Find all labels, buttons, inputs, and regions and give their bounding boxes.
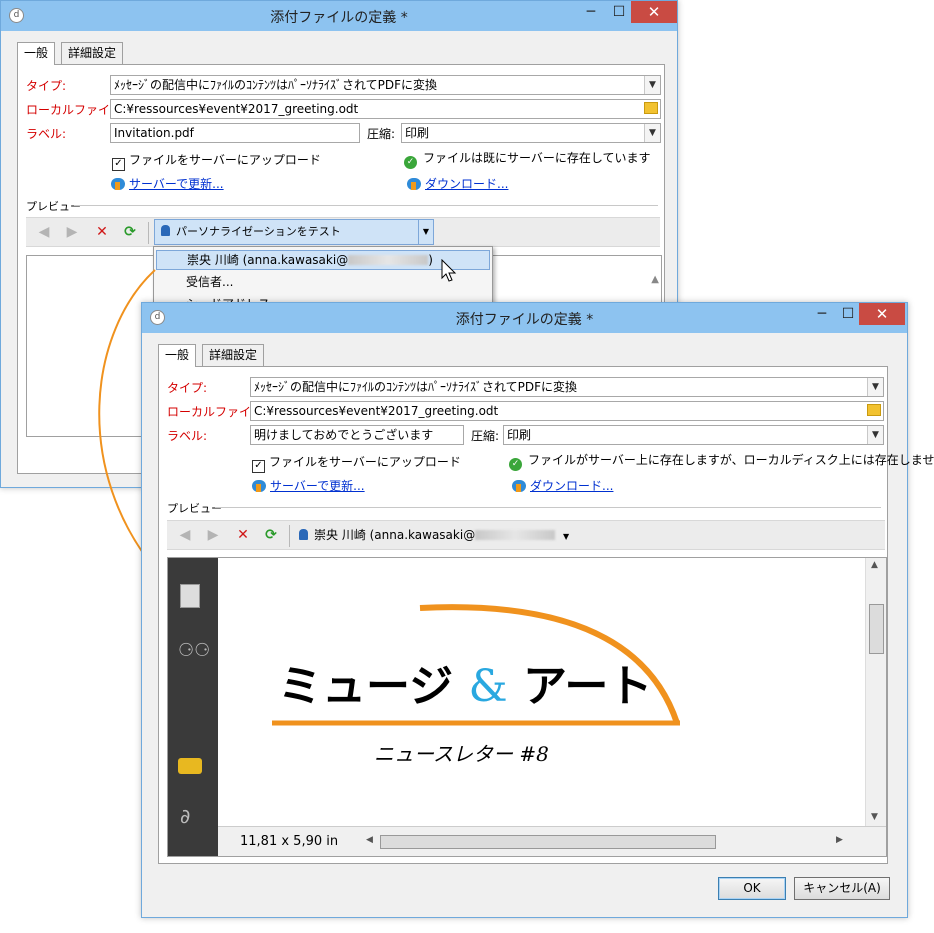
upload-checkbox-label: ファイルをサーバーにアップロード [269, 455, 461, 469]
comments-icon[interactable] [178, 758, 202, 774]
pdf-sidebar: ⚆⚆ ∂ [168, 558, 218, 856]
recipient-selector-label: 崇央 川崎 (anna.kawasaki@ [314, 528, 476, 542]
checkbox-icon[interactable]: ✓ [252, 460, 265, 473]
upload-checkbox[interactable]: ✓ ファイルをサーバーにアップロード [252, 453, 461, 473]
label-label: ラベル: [167, 429, 208, 443]
chevron-down-icon[interactable]: ▼ [563, 532, 569, 541]
server-status: ✓ ファイルがサーバー上に存在しますが、ローカルディスク上には存在しません [509, 451, 934, 471]
local-file-value: C:¥ressources¥event¥2017_greeting.odt [254, 404, 499, 418]
download-link[interactable]: ダウンロード... [512, 477, 613, 494]
title-left: ミュージ [278, 661, 454, 712]
check-circle-icon: ✓ [509, 458, 522, 471]
chevron-down-icon[interactable]: ▼ [867, 426, 883, 444]
person-icon [299, 529, 308, 540]
scroll-thumb[interactable] [869, 604, 884, 654]
binoculars-icon[interactable]: ⚆⚆ [178, 640, 210, 661]
pdf-statusbar: 11,81 x 5,90 in ◀ ▶ [218, 826, 886, 856]
ok-button[interactable]: OK [718, 877, 786, 900]
pdf-page: ミュージ & アート ニュースレター #8 [222, 558, 862, 826]
newsletter-title: ミュージ & アート [278, 650, 652, 714]
tab-advanced[interactable]: 詳細設定 [202, 344, 265, 366]
update-link-label: サーバーで更新... [270, 479, 365, 493]
folder-icon[interactable] [867, 404, 881, 416]
front-window-title: 添付ファイルの定義 * [455, 312, 594, 328]
back-arrow-icon[interactable]: ◀ [177, 527, 193, 543]
horizontal-scroll-thumb[interactable] [380, 835, 716, 849]
vertical-scrollbar[interactable]: ▲ ▼ [865, 558, 886, 826]
chevron-down-icon[interactable]: ▼ [867, 378, 883, 396]
scroll-right-icon[interactable]: ▶ [836, 835, 843, 845]
cancel-button[interactable]: キャンセル(A) [794, 877, 890, 900]
front-dialog: d 添付ファイルの定義 * ─ ☐ ✕ 一般 詳細設定 タイプ: ﾒｯｾｰｼﾞの… [141, 302, 934, 918]
tab-general[interactable]: 一般 [158, 344, 197, 367]
cloud-download-icon [512, 480, 526, 492]
front-general-panel: タイプ: ﾒｯｾｰｼﾞの配信中にﾌｧｲﾙのｺﾝﾃﾝﾂはﾊﾟｰｿﾅﾗｲｽﾞされてP… [158, 366, 934, 864]
redacted-email [475, 530, 556, 540]
download-link-label: ダウンロード... [530, 479, 614, 493]
title-ampersand: & [468, 661, 508, 712]
toolbar-separator [289, 525, 290, 547]
compression-value: 印刷 [507, 428, 532, 442]
type-dropdown[interactable]: ﾒｯｾｰｼﾞの配信中にﾌｧｲﾙのｺﾝﾃﾝﾂはﾊﾟｰｿﾅﾗｲｽﾞされてPDFに変換… [250, 377, 884, 397]
label-field[interactable]: 明けましておめでとうございます [250, 425, 464, 445]
preview-toolbar: ◀ ▶ ✕ ⟳ 崇央 川崎 (anna.kawasaki@ ▼ [167, 520, 885, 550]
type-label: タイプ: [167, 381, 208, 395]
update-on-server-link[interactable]: サーバーで更新... [252, 477, 365, 494]
type-value: ﾒｯｾｰｼﾞの配信中にﾌｧｲﾙのｺﾝﾃﾝﾂはﾊﾟｰｿﾅﾗｲｽﾞされてPDFに変換 [254, 380, 578, 394]
cloud-upload-icon [252, 480, 266, 492]
pages-icon[interactable] [180, 584, 200, 608]
paperclip-icon[interactable]: ∂ [180, 804, 190, 828]
pdf-viewer: ⚆⚆ ∂ ミュージ & アート ニュースレター #8 ▲ ▼ 11,81 x 5… [167, 557, 887, 857]
minimize-button[interactable]: ─ [808, 303, 836, 325]
newsletter-subtitle: ニュースレター #8 [374, 742, 549, 766]
scroll-left-icon[interactable]: ◀ [366, 835, 373, 845]
compression-dropdown[interactable]: 印刷 ▼ [503, 425, 884, 445]
maximize-button[interactable]: ☐ [834, 303, 862, 325]
recipient-selector[interactable]: 崇央 川崎 (anna.kawasaki@ ▼ [299, 521, 569, 549]
close-button[interactable]: ✕ [859, 303, 905, 325]
preview-section-label: プレビュー [167, 502, 222, 515]
refresh-icon[interactable]: ⟳ [263, 527, 279, 543]
local-file-field[interactable]: C:¥ressources¥event¥2017_greeting.odt [250, 401, 884, 421]
scroll-down-icon[interactable]: ▼ [871, 812, 878, 822]
delete-icon[interactable]: ✕ [235, 527, 251, 543]
front-titlebar: d 添付ファイルの定義 * ─ ☐ ✕ [142, 303, 907, 333]
page-size: 11,81 x 5,90 in [240, 834, 339, 849]
preview-divider [215, 507, 881, 508]
forward-arrow-icon[interactable]: ▶ [205, 527, 221, 543]
compression-label: 圧縮: [471, 429, 500, 443]
scroll-up-icon[interactable]: ▲ [871, 560, 878, 570]
title-right: アート [522, 661, 653, 712]
server-status-text: ファイルがサーバー上に存在しますが、ローカルディスク上には存在しません [528, 453, 934, 467]
